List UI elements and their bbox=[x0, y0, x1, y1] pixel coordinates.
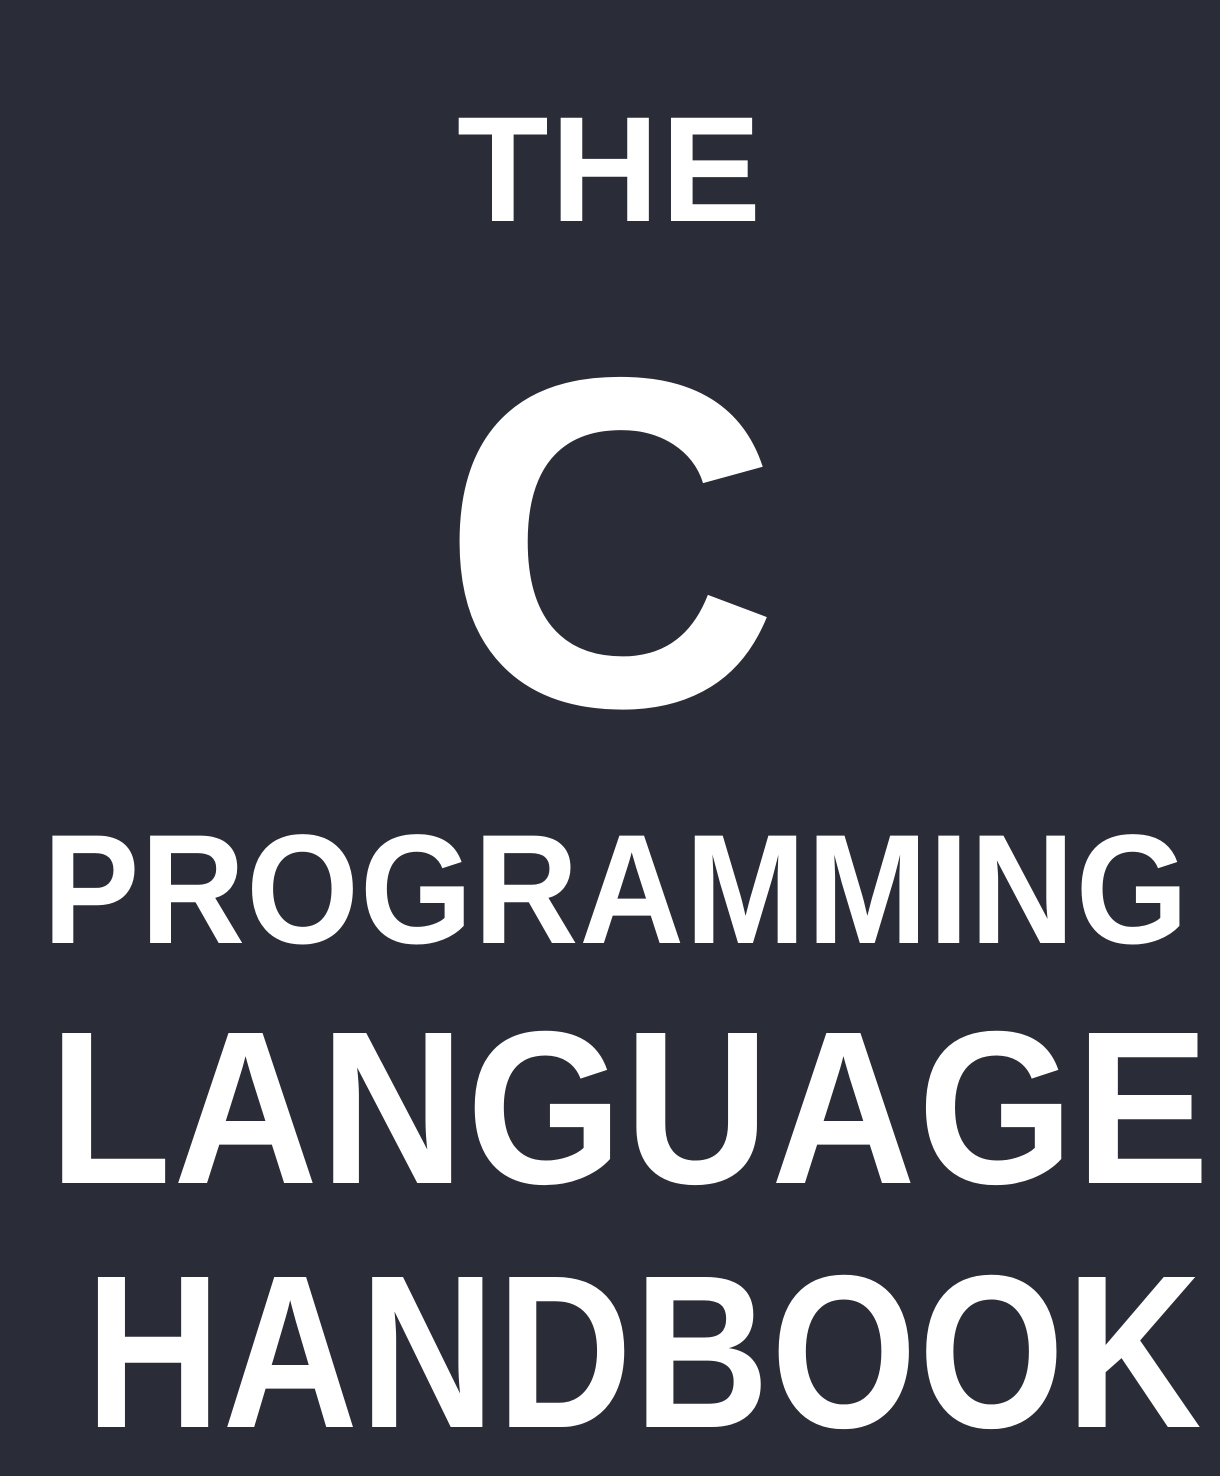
title-word-handbook: HANDBOOK bbox=[85, 1231, 1204, 1474]
title-word-programming: PROGRAMMING bbox=[42, 803, 1190, 977]
title-letter-c: C bbox=[440, 280, 780, 805]
title-word-the: THE bbox=[457, 85, 763, 253]
book-cover: THE C PROGRAMMING LANGUAGE HANDBOOK bbox=[0, 0, 1220, 1476]
title-word-language: LANGUAGE bbox=[48, 987, 1212, 1230]
